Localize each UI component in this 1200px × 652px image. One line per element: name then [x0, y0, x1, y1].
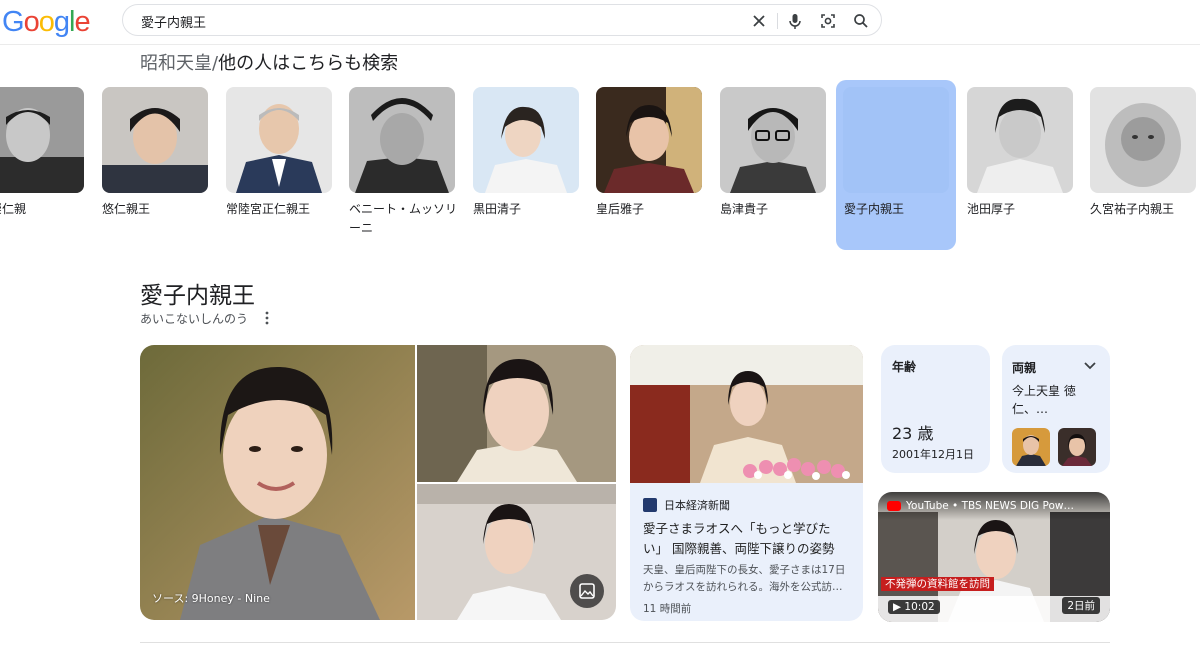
person-name: 島津貴子 [720, 202, 769, 216]
person-card[interactable]: 皇后雅子 [596, 80, 716, 250]
image-gallery-icon [579, 583, 595, 599]
chevron-down-icon[interactable] [1084, 361, 1096, 371]
google-logo[interactable]: Google [2, 6, 91, 39]
parents-names: 今上天皇 徳仁、… [1012, 384, 1076, 416]
person-thumbnail [596, 87, 702, 193]
main-image[interactable]: ソース: 9Honey - Nine [140, 345, 415, 620]
image-source-label: ソース: 9Honey - Nine [152, 592, 270, 605]
news-snippet: 天皇、皇后両陛下の長女、愛子さまは17日からラオスを訪れられる。海外を公式訪… [643, 564, 846, 593]
person-thumbnail [1090, 87, 1196, 193]
person-card[interactable]: 島津貴子 [720, 80, 840, 250]
parents-label: 両親 [1012, 361, 1037, 375]
more-options-icon[interactable] [262, 310, 272, 326]
person-thumbnail [720, 87, 826, 193]
gallery-button[interactable] [570, 574, 604, 608]
person-thumbnail [843, 87, 949, 193]
parent-avatar[interactable] [1012, 428, 1050, 466]
video-title: YouTube • TBS NEWS DIG Pow… [906, 500, 1074, 512]
news-time: 11 時間前 [643, 603, 692, 615]
person-thumbnail [967, 87, 1073, 193]
related-topic[interactable]: 昭和天皇 [140, 53, 212, 74]
image-thumbnail[interactable] [417, 484, 616, 620]
person-card[interactable]: 常陸宮正仁親王 [226, 80, 346, 250]
person-name: 宮崇仁親 [0, 202, 27, 216]
lens-icon[interactable] [818, 11, 838, 31]
parents-card[interactable]: 両親 今上天皇 徳仁、… [1002, 345, 1110, 473]
person-card[interactable]: 黒田清子 [473, 80, 593, 250]
person-card[interactable]: ベニート・ムッソリーニ [349, 80, 469, 250]
age-label: 年齢 [892, 360, 917, 374]
person-card[interactable]: 池田厚子 [967, 80, 1087, 250]
section-divider [140, 642, 1110, 643]
search-input[interactable] [141, 11, 701, 31]
news-photo [630, 345, 863, 483]
microphone-icon[interactable] [785, 11, 805, 31]
person-name: 常陸宮正仁親王 [226, 202, 311, 216]
related-label: 他の人はこちらも検索 [218, 53, 399, 74]
news-card[interactable]: 日本経済新聞 愛子さまラオスへ「もっと学びたい」 国際親善、両陛下譲りの姿勢 天… [630, 345, 863, 621]
person-thumbnail [0, 87, 84, 193]
video-duration-text: 10:02 [904, 601, 935, 613]
person-thumbnail [226, 87, 332, 193]
person-name: 黒田清子 [473, 202, 522, 216]
video-duration: ▶ 10:02 [888, 600, 940, 614]
birthdate: 2001年12月1日 [892, 448, 974, 461]
entity-reading: あいこないしんのう [140, 312, 249, 326]
header-divider [0, 44, 1200, 45]
person-thumbnail [349, 87, 455, 193]
age-value: 23 歳 [892, 424, 934, 443]
person-thumbnail [102, 87, 208, 193]
search-results-page: Google 昭和天皇/他の人はこちらも検索 宮崇仁親 悠仁親王 [0, 0, 1200, 652]
search-icon[interactable] [851, 11, 871, 31]
age-card[interactable]: 年齢 23 歳 2001年12月1日 [881, 345, 990, 473]
person-thumbnail [473, 87, 579, 193]
person-card-selected[interactable]: 愛子内親王 [836, 80, 956, 250]
news-publisher: 日本経済新聞 [664, 499, 730, 512]
video-card[interactable]: YouTube • TBS NEWS DIG Pow… 不発弾の資料館を訪問 ▶… [878, 492, 1110, 622]
search-divider [777, 13, 778, 29]
entity-title: 愛子内親王 [140, 283, 255, 309]
person-name: 悠仁親王 [102, 202, 151, 216]
search-box [122, 4, 882, 36]
person-card[interactable]: 悠仁親王 [102, 80, 222, 250]
person-name: 愛子内親王 [844, 202, 905, 216]
video-caption: 不発弾の資料館を訪問 [881, 577, 994, 591]
video-age: 2日前 [1062, 597, 1100, 614]
person-name: ベニート・ムッソリーニ [349, 202, 458, 235]
youtube-icon [887, 501, 901, 511]
image-thumbnail[interactable] [417, 345, 616, 482]
person-name: 久宮祐子内親王 [1090, 202, 1175, 216]
publisher-logo-icon [643, 498, 657, 512]
parent-avatar[interactable] [1058, 428, 1096, 466]
person-name: 池田厚子 [967, 202, 1016, 216]
related-people-carousel: 宮崇仁親 悠仁親王 常陸宮正仁親王 ベニート・ムッソリーニ 黒田清子 [0, 80, 1200, 252]
person-card[interactable]: 宮崇仁親 [0, 80, 98, 250]
news-headline[interactable]: 愛子さまラオスへ「もっと学びたい」 国際親善、両陛下譲りの姿勢 [643, 519, 855, 559]
person-name: 皇后雅子 [596, 202, 645, 216]
person-card[interactable]: 久宮祐子内親王 [1090, 80, 1200, 250]
related-heading: 昭和天皇/他の人はこちらも検索 [140, 49, 398, 75]
clear-icon[interactable] [749, 11, 769, 31]
